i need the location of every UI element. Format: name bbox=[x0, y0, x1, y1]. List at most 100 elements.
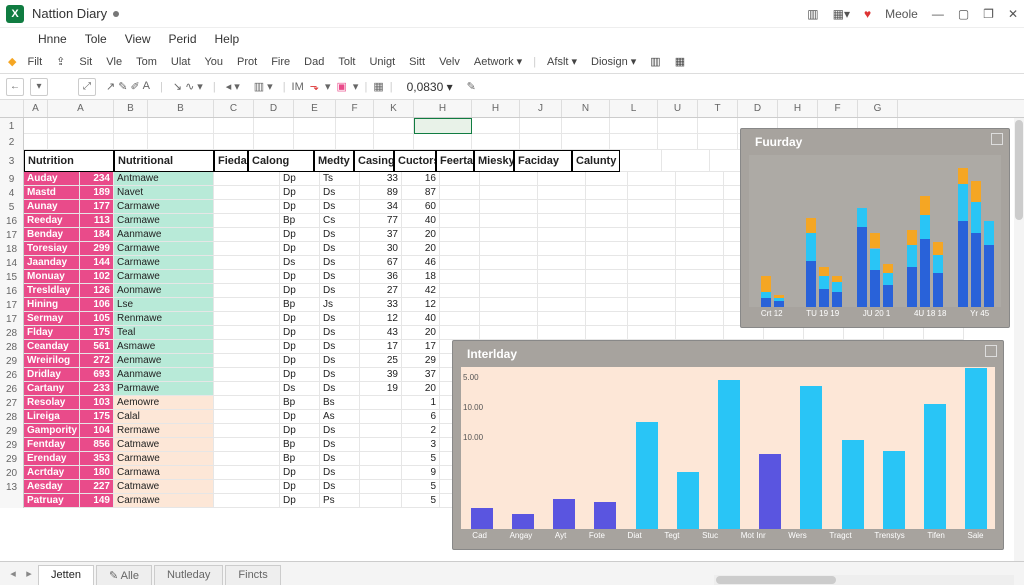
cell[interactable] bbox=[360, 494, 402, 508]
cell[interactable] bbox=[628, 270, 676, 284]
cell[interactable]: Bp bbox=[280, 438, 320, 452]
cell[interactable] bbox=[440, 312, 480, 326]
cell[interactable] bbox=[538, 186, 586, 200]
cell[interactable]: 37 bbox=[360, 228, 402, 242]
cell[interactable] bbox=[844, 326, 884, 340]
cell[interactable] bbox=[724, 326, 764, 340]
cell[interactable] bbox=[538, 270, 586, 284]
restore-icon[interactable]: ❐ bbox=[983, 7, 994, 21]
cell[interactable]: Ceanday bbox=[24, 340, 80, 354]
cell[interactable]: Ds bbox=[320, 256, 360, 270]
cell[interactable] bbox=[214, 298, 280, 312]
cell[interactable] bbox=[676, 172, 724, 186]
row-header[interactable]: 14 bbox=[0, 256, 24, 270]
cell[interactable]: Ds bbox=[320, 438, 360, 452]
col-header[interactable]: D bbox=[738, 100, 778, 117]
ribbon-item[interactable]: Sitt bbox=[406, 56, 428, 68]
cell[interactable] bbox=[676, 312, 724, 326]
cell[interactable] bbox=[676, 270, 724, 284]
cell[interactable] bbox=[360, 452, 402, 466]
cell[interactable] bbox=[254, 118, 294, 134]
cell[interactable]: Dp bbox=[280, 466, 320, 480]
close-icon[interactable]: ✕ bbox=[1008, 7, 1018, 21]
cell[interactable] bbox=[480, 270, 538, 284]
cell[interactable]: Carmawe bbox=[114, 452, 214, 466]
ribbon-item[interactable]: Ulat bbox=[168, 56, 194, 68]
vertical-scrollbar[interactable] bbox=[1014, 118, 1024, 561]
cell[interactable]: 561 bbox=[80, 340, 114, 354]
cell[interactable]: Aesday bbox=[24, 480, 80, 494]
horizontal-scrollbar[interactable] bbox=[714, 575, 1014, 585]
cell[interactable]: Aemowre bbox=[114, 396, 214, 410]
menu-tole[interactable]: Tole bbox=[85, 32, 107, 46]
cell[interactable]: 87 bbox=[402, 186, 440, 200]
cell[interactable]: 1 bbox=[402, 396, 440, 410]
cell[interactable]: Ds bbox=[320, 480, 360, 494]
minimize-icon[interactable]: — bbox=[932, 7, 944, 21]
cell[interactable]: 144 bbox=[80, 256, 114, 270]
row-header[interactable]: 20 bbox=[0, 466, 24, 480]
cell[interactable]: Ds bbox=[320, 284, 360, 298]
cell[interactable]: Lireiga bbox=[24, 410, 80, 424]
cell[interactable] bbox=[360, 480, 402, 494]
cell[interactable] bbox=[586, 186, 628, 200]
cell[interactable]: Carmawe bbox=[114, 242, 214, 256]
col-header[interactable]: U bbox=[658, 100, 698, 117]
chart-fuurday[interactable]: Fuurday Crt 12TU 19 19JU 20 14U 18 18Yr … bbox=[740, 128, 1010, 328]
cell[interactable]: Ds bbox=[320, 326, 360, 340]
ribbon-item[interactable]: ▦ bbox=[672, 55, 688, 68]
cell[interactable]: Carmawe bbox=[114, 494, 214, 508]
cell[interactable] bbox=[214, 466, 280, 480]
cell[interactable]: Dp bbox=[280, 200, 320, 214]
cell[interactable] bbox=[214, 410, 280, 424]
col-header[interactable]: C bbox=[214, 100, 254, 117]
col-header[interactable] bbox=[0, 100, 24, 117]
ribbon-item[interactable]: Sit bbox=[76, 56, 95, 68]
cell[interactable]: Wreirilog bbox=[24, 354, 80, 368]
cell[interactable]: Medty bbox=[314, 150, 354, 172]
cell[interactable]: Hining bbox=[24, 298, 80, 312]
cell[interactable] bbox=[214, 172, 280, 186]
cell[interactable] bbox=[440, 228, 480, 242]
cell[interactable]: Monuay bbox=[24, 270, 80, 284]
cell[interactable]: Aanmawe bbox=[114, 368, 214, 382]
cell[interactable]: Fieday bbox=[214, 150, 248, 172]
cell[interactable] bbox=[480, 312, 538, 326]
col-header[interactable]: F bbox=[818, 100, 858, 117]
cell[interactable]: Cuctorsday bbox=[394, 150, 436, 172]
cell[interactable] bbox=[480, 186, 538, 200]
cell[interactable]: 6 bbox=[402, 410, 440, 424]
cell[interactable]: Tresldlay bbox=[24, 284, 80, 298]
cell[interactable]: Aunay bbox=[24, 200, 80, 214]
menu-view[interactable]: View bbox=[125, 32, 151, 46]
col-header[interactable]: D bbox=[254, 100, 294, 117]
cell[interactable] bbox=[214, 200, 280, 214]
row-header[interactable]: 3 bbox=[0, 150, 24, 172]
cell[interactable]: 33 bbox=[360, 298, 402, 312]
cell[interactable] bbox=[214, 256, 280, 270]
cell[interactable] bbox=[884, 326, 924, 340]
cell[interactable]: Asmawe bbox=[114, 340, 214, 354]
cell[interactable] bbox=[538, 200, 586, 214]
cell[interactable] bbox=[214, 326, 280, 340]
cell[interactable]: 184 bbox=[80, 228, 114, 242]
cell[interactable]: Miesky bbox=[474, 150, 514, 172]
col-header[interactable]: N bbox=[562, 100, 610, 117]
cell[interactable] bbox=[586, 270, 628, 284]
cell[interactable] bbox=[480, 228, 538, 242]
row-header[interactable] bbox=[0, 494, 24, 508]
cell[interactable] bbox=[360, 424, 402, 438]
cell[interactable]: Ds bbox=[320, 228, 360, 242]
cell[interactable]: 42 bbox=[402, 284, 440, 298]
ribbon-mini-icon[interactable]: ▥ bbox=[807, 7, 818, 21]
cell[interactable]: 3 bbox=[402, 438, 440, 452]
col-header[interactable]: K bbox=[374, 100, 414, 117]
cell[interactable] bbox=[676, 228, 724, 242]
cell[interactable] bbox=[440, 270, 480, 284]
ribbon-item[interactable]: Diosign ▾ bbox=[588, 55, 639, 68]
col-header[interactable]: H bbox=[472, 100, 520, 117]
menu-hnne[interactable]: Hnne bbox=[38, 32, 67, 46]
cell[interactable]: 16 bbox=[402, 172, 440, 186]
col-header[interactable]: L bbox=[610, 100, 658, 117]
cell[interactable] bbox=[628, 242, 676, 256]
